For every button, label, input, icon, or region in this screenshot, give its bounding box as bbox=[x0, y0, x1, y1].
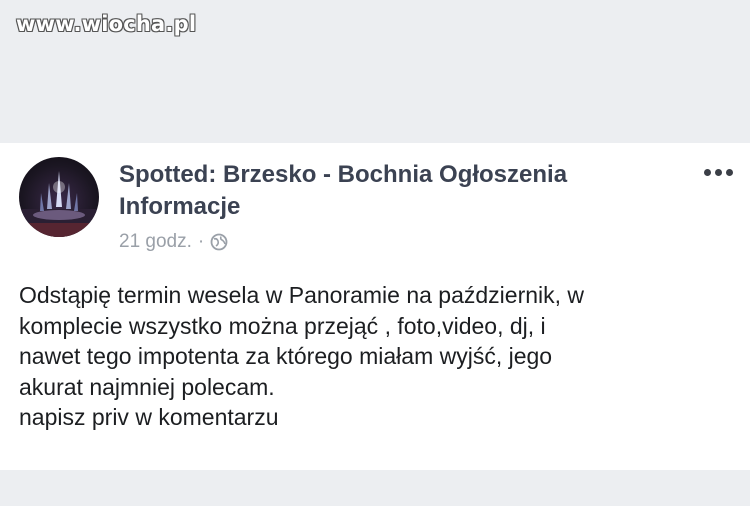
post-body: Odstąpię termin wesela w Panoramie na pa… bbox=[19, 280, 744, 433]
meta-separator: · bbox=[197, 231, 205, 252]
post-line: akurat najmniej polecam. bbox=[19, 373, 275, 400]
dot bbox=[715, 169, 722, 176]
dot bbox=[726, 169, 733, 176]
fountain-photo-icon bbox=[19, 171, 99, 237]
watermark-logo: www.wiocha.pl bbox=[16, 12, 197, 36]
post-meta: 21 godz. · bbox=[119, 231, 228, 253]
post-line: komplecie wszystko można przejąć , foto,… bbox=[19, 312, 546, 339]
dot bbox=[704, 169, 711, 176]
page-name-link[interactable]: Spotted: Brzesko - Bochnia Ogłoszenia In… bbox=[119, 159, 679, 223]
post-timestamp[interactable]: 21 godz. bbox=[119, 231, 192, 253]
more-options-icon[interactable] bbox=[704, 169, 733, 176]
post-line: nawet tego impotenta za którego miałam w… bbox=[19, 343, 553, 369]
globe-icon[interactable] bbox=[210, 233, 228, 251]
post-line: Odstąpię termin wesela w Panoramie na pa… bbox=[19, 282, 585, 308]
facebook-post: Spotted: Brzesko - Bochnia Ogłoszenia In… bbox=[0, 143, 750, 470]
post-line: napisz priv w komentarzu bbox=[19, 404, 279, 430]
page-avatar[interactable] bbox=[19, 157, 99, 237]
